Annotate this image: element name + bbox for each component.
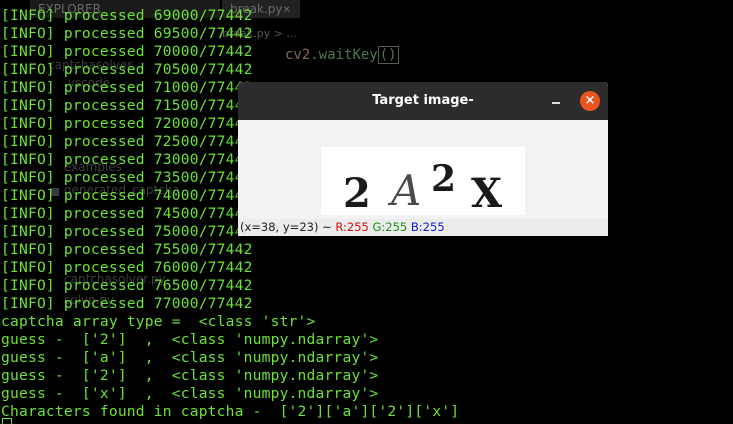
terminal-line: captcha array type = <class 'str'> xyxy=(1,313,316,330)
captcha-glyph: 2 xyxy=(343,170,371,215)
pixel-status-bar: (x=38, y=23) ~ R:255 G:255 B:255 xyxy=(238,219,608,236)
terminal-line: [INFO] processed 69500/77442 xyxy=(1,25,253,42)
terminal-line: [INFO] processed 76500/77442 xyxy=(1,277,253,294)
captcha-glyph: A xyxy=(387,166,421,215)
terminal-line: guess - ['2'] , <class 'numpy.ndarray'> xyxy=(1,331,379,348)
captcha-glyph: X xyxy=(471,170,502,215)
status-blue: B:255 xyxy=(410,220,445,234)
minimize-button[interactable] xyxy=(548,91,564,109)
image-canvas-area[interactable]: 2 A 2 X (x=38, y=23) ~ R:255 G:255 B:255 xyxy=(238,120,608,236)
captcha-glyph: 2 xyxy=(431,158,456,200)
terminal-line: guess - ['a'] , <class 'numpy.ndarray'> xyxy=(1,349,379,366)
terminal-line: [INFO] processed 76000/77442 xyxy=(1,259,253,276)
target-image-window[interactable]: Target image- × 2 A 2 X (x=38, y=23) ~ R… xyxy=(238,82,608,236)
terminal-line: Characters found in captcha - ['2']['a']… xyxy=(1,403,460,420)
terminal-line: [INFO] processed 70500/77442 xyxy=(1,61,253,78)
terminal-line: [INFO] processed 75500/77442 xyxy=(1,241,253,258)
terminal-line: [INFO] processed 70000/77442 xyxy=(1,43,253,60)
status-coords: (x=38, y=23) ~ xyxy=(240,220,336,234)
terminal-line: guess - ['2'] , <class 'numpy.ndarray'> xyxy=(1,367,379,384)
status-red: R:255 xyxy=(335,220,369,234)
terminal-line: guess - ['x'] , <class 'numpy.ndarray'> xyxy=(1,385,379,402)
window-titlebar[interactable]: Target image- × xyxy=(238,82,608,120)
window-title: Target image- xyxy=(372,93,474,108)
terminal-cursor xyxy=(2,418,12,424)
close-button[interactable]: × xyxy=(580,91,600,111)
captcha-glyphs: 2 A 2 X xyxy=(343,158,502,217)
terminal-line: [INFO] processed 77000/77442 xyxy=(1,295,253,312)
captcha-image[interactable]: 2 A 2 X xyxy=(321,147,525,217)
terminal-line: [INFO] processed 69000/77442 xyxy=(1,7,253,24)
status-green: G:255 xyxy=(372,220,408,234)
